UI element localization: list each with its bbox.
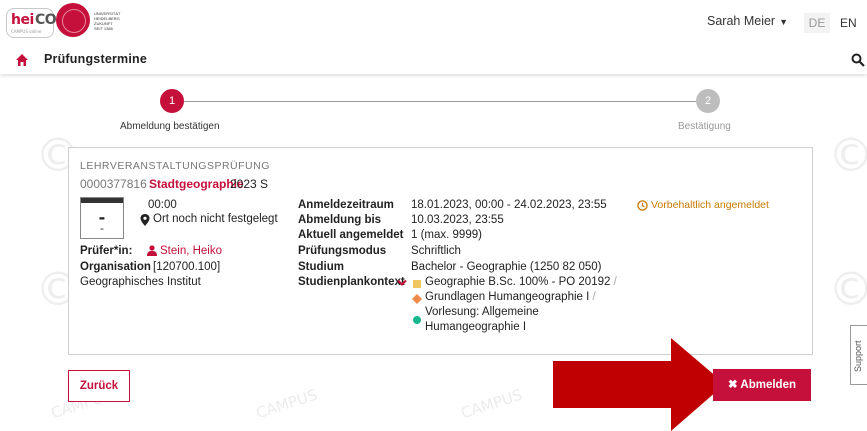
watermark-campus: CAMPUS xyxy=(253,385,320,423)
sign-off-button[interactable]: ✖ Abmelden xyxy=(713,369,811,401)
logo-tagline: CAMPUS online xyxy=(11,29,42,34)
exam-location: Ort noch nicht festgelegt xyxy=(153,213,278,225)
context-item-1: Geographie B.Sc. 100% - PO 20192 / xyxy=(425,276,617,288)
course-dot-icon xyxy=(413,316,421,324)
organisation-code: [120700.100] xyxy=(153,261,221,273)
logo-prefix: hei xyxy=(11,12,34,28)
university-name: UNIVERSITÄT HEIDELBERG ZUKUNFT SEIT 1386 xyxy=(94,11,121,31)
clock-icon xyxy=(637,200,648,211)
context-item-2: Grundlagen Humangeographie I / xyxy=(425,291,596,303)
calendar-date-bottom: - xyxy=(100,222,104,235)
arrow-annotation xyxy=(553,338,725,431)
watermark-campus: CAMPUS xyxy=(458,385,525,423)
close-icon: ✖ xyxy=(727,379,738,391)
chevron-down-icon[interactable] xyxy=(397,279,407,287)
diamond-icon xyxy=(412,294,422,304)
detail-label: Abmeldung bis xyxy=(298,214,382,226)
detail-value: 1 (max. 9999) xyxy=(411,229,482,241)
context-item-3-line-1: Vorlesung: Allgemeine xyxy=(425,306,539,318)
support-tab[interactable]: Support xyxy=(850,325,867,385)
watermark-logo: © xyxy=(828,262,867,316)
university-seal-logo xyxy=(56,3,90,37)
step-1-indicator: 1 xyxy=(160,89,184,113)
location-pin-icon xyxy=(140,214,150,226)
exam-time: 00:00 xyxy=(148,199,177,211)
back-button[interactable]: Zurück xyxy=(68,370,130,402)
language-de-button[interactable]: DE xyxy=(804,13,830,33)
detail-value: Bachelor - Geographie (1250 82 050) xyxy=(411,261,602,273)
detail-value: 18.01.2023, 00:00 - 24.02.2023, 23:55 xyxy=(411,199,607,211)
step-2-indicator: 2 xyxy=(696,89,720,113)
detail-label: Aktuell angemeldet xyxy=(298,229,404,241)
language-en-button[interactable]: EN xyxy=(840,13,857,33)
status-badge: Vorbehaltlich angemeldet xyxy=(651,199,769,211)
watermark-logo: © xyxy=(828,128,867,182)
logo-suffix: CO xyxy=(35,12,57,28)
detail-label: Anmeldezeitraum xyxy=(298,199,394,211)
module-square-icon xyxy=(413,280,421,288)
stepper-line xyxy=(184,101,696,102)
examiner-link[interactable]: Stein, Heiko xyxy=(160,245,222,257)
examiner-label: Prüfer*in: xyxy=(80,245,133,257)
page-title: Prüfungstermine xyxy=(44,52,148,66)
exam-semester: 2023 S xyxy=(230,177,269,191)
organisation-name: Geographisches Institut xyxy=(80,276,201,288)
support-label: Support xyxy=(853,340,863,372)
detail-label: Studienplankontext xyxy=(298,276,405,288)
detail-label: Prüfungsmodus xyxy=(298,245,387,257)
context-item-3-line-2: Humangeographie I xyxy=(425,321,527,333)
organisation-label: Organisation xyxy=(80,261,151,273)
step-1-label: Abmeldung bestätigen xyxy=(120,121,220,132)
calendar-icon: - - xyxy=(80,197,124,239)
sign-off-label: Abmelden xyxy=(740,379,796,391)
exam-number: 0000377816 xyxy=(80,177,147,191)
home-icon[interactable] xyxy=(15,53,29,67)
user-name: Sarah Meier xyxy=(707,14,776,28)
step-2-label: Bestätigung xyxy=(678,121,731,132)
detail-label: Studium xyxy=(298,261,344,273)
heico-logo[interactable]: hei CO CAMPUS online xyxy=(6,8,57,38)
detail-value: 10.03.2023, 23:55 xyxy=(411,214,504,226)
caret-down-icon: ▼ xyxy=(779,17,789,27)
exam-type: LEHRVERANSTALTUNGSPRÜFUNG xyxy=(80,160,270,172)
detail-value: Schriftlich xyxy=(411,245,461,257)
user-menu[interactable]: Sarah Meier ▼ xyxy=(707,14,788,28)
person-icon xyxy=(147,245,157,256)
search-icon[interactable] xyxy=(851,53,865,67)
